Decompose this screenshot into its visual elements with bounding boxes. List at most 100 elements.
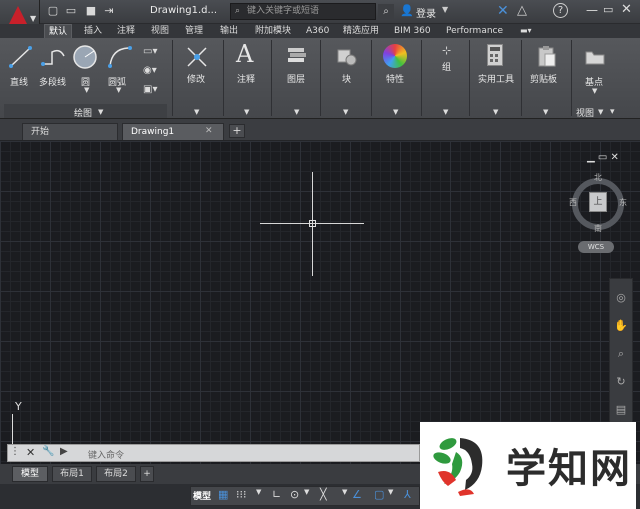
chevron-down-icon[interactable]: ▼ [343,108,348,116]
circle-tool[interactable] [72,44,98,70]
polar-tracking-icon[interactable]: ⊙ [290,488,299,501]
search-input[interactable]: ⌕ 键入关键字或短语 [230,3,376,20]
group-icon[interactable]: ⊹ [442,44,451,57]
layers-button[interactable] [285,44,309,66]
chevron-down-icon[interactable]: ▼ [116,86,121,94]
save-icon[interactable]: ■ [84,4,98,18]
command-line[interactable] [7,444,420,462]
chevron-down-icon[interactable]: ▼ [592,87,597,95]
utilities-button[interactable] [487,44,503,66]
chevron-down-icon[interactable]: ▼ [294,108,299,116]
chevron-down-icon[interactable]: ▼ [543,108,548,116]
command-input[interactable]: 键入命令 [88,448,124,461]
chevron-down-icon[interactable]: ▼ [388,488,393,496]
line-icon [9,46,32,68]
drawing-canvas[interactable] [0,141,640,464]
chevron-down-icon[interactable]: ▼ [98,108,103,116]
base-view-button[interactable] [584,48,606,66]
modify-panel-button[interactable] [184,44,210,70]
new-file-icon[interactable]: ▢ [46,4,60,18]
grid-icon[interactable]: ▦ [218,488,228,501]
open-folder-icon[interactable]: ▭ [64,4,78,18]
ribbon-collapse-icon[interactable]: ▾ [610,107,615,117]
properties-button[interactable] [383,44,407,68]
compass-west[interactable]: 西 [569,197,577,208]
tab-performance[interactable]: Performance [446,24,503,38]
new-tab-button[interactable]: + [229,124,245,138]
tab-home[interactable]: 默认 [44,24,73,38]
search-icon: ⌕ [235,6,241,16]
tab-layout2[interactable]: 布局2 [96,466,136,482]
chevron-down-icon[interactable]: ▼ [493,108,498,116]
tab-model[interactable]: 模型 [12,466,48,482]
chevron-down-icon[interactable]: ▼ [342,488,347,496]
wrench-icon[interactable]: 🔧 [42,446,54,457]
viewcube-top-face[interactable]: 上 [589,192,607,212]
panel-divider [571,40,572,116]
autodesk-a360-icon[interactable]: △ [517,3,527,18]
ortho-icon[interactable]: ∟ [272,488,281,501]
chevron-down-icon[interactable]: ▼ [393,108,398,116]
compass-south[interactable]: 南 [594,223,602,234]
chevron-down-icon[interactable]: ▼ [84,86,89,94]
search-button[interactable]: ⌕ [378,4,394,19]
zoom-icon[interactable]: ⌕ [613,346,629,362]
viewport-controls[interactable]: ▁ ▭ ✕ [587,152,619,163]
exchange-apps-icon[interactable]: ✕ [497,3,509,19]
close-icon[interactable]: ✕ [26,446,35,459]
tab-layout1[interactable]: 布局1 [52,466,92,482]
tab-a360[interactable]: A360 [306,24,329,38]
polyline-tool[interactable] [40,44,68,70]
wcs-menu[interactable]: WCS [578,241,614,253]
tab-start-label: 开始 [31,127,50,137]
tab-bim360[interactable]: BIM 360 [394,24,431,38]
compass-north[interactable]: 北 [594,172,602,183]
clipboard-button[interactable] [537,44,557,68]
arc-tool[interactable] [107,44,133,70]
rectangle-tool-icon[interactable]: ▭▾ [143,46,157,57]
hatch-tool-icon[interactable]: ◉▾ [143,65,157,76]
tab-output[interactable]: 输出 [220,24,238,38]
isodraft-icon[interactable]: ╳ [320,488,327,501]
object-snap-tracking-icon[interactable]: ∠ [352,488,362,501]
folder-icon [585,51,605,65]
annotation-scale-icon[interactable]: ⅄ [404,488,411,501]
chevron-down-icon[interactable]: ▼ [442,5,448,14]
steering-wheel-icon[interactable]: ◎ [613,290,629,306]
tab-annotate[interactable]: 注释 [117,24,135,38]
login-button[interactable]: 登录 [416,5,436,20]
chevron-down-icon[interactable]: ▼ [244,108,249,116]
tab-manage[interactable]: 管理 [185,24,203,38]
tab-addins[interactable]: 附加模块 [255,24,291,38]
pan-icon[interactable]: ✋ [613,318,629,334]
ribbon-options-icon[interactable]: ▬▾ [520,24,532,38]
help-icon[interactable]: ? [553,3,568,18]
close-tab-icon[interactable]: ✕ [205,126,213,136]
text-icon[interactable]: A [236,40,253,68]
model-space-button[interactable]: 模型 [193,489,211,502]
chevron-down-icon[interactable]: ▼ [304,488,309,496]
tab-insert[interactable]: 插入 [84,24,102,38]
maximize-icon[interactable]: ▭ [603,3,613,16]
tab-view[interactable]: 视图 [151,24,169,38]
autocad-logo-icon [8,6,28,26]
command-grip-icon[interactable]: ⋮ [10,446,20,457]
insert-block-button[interactable] [334,44,358,68]
orbit-icon[interactable]: ↻ [613,374,629,390]
close-icon[interactable]: ✕ [621,2,632,17]
object-snap-icon[interactable]: ▢ [374,488,384,501]
chevron-down-icon[interactable]: ▼ [256,488,261,496]
snap-icon[interactable]: ⁝⁝⁝ [236,488,247,501]
chevron-down-icon[interactable]: ▼ [443,108,448,116]
quick-access-more-icon[interactable]: ⇥ [102,4,116,18]
line-tool[interactable] [8,44,34,70]
boundary-tool-icon[interactable]: ▣▾ [143,84,157,95]
new-layout-button[interactable]: + [140,466,154,482]
chevron-down-icon[interactable]: ▼ [598,108,603,116]
compass-east[interactable]: 东 [619,197,627,208]
chevron-down-icon[interactable]: ▼ [194,108,199,116]
minimize-icon[interactable]: — [586,3,598,17]
tab-featured-apps[interactable]: 精选应用 [343,24,379,38]
tab-start[interactable]: 开始 [22,123,118,140]
showmotion-icon[interactable]: ▤ [613,402,629,418]
